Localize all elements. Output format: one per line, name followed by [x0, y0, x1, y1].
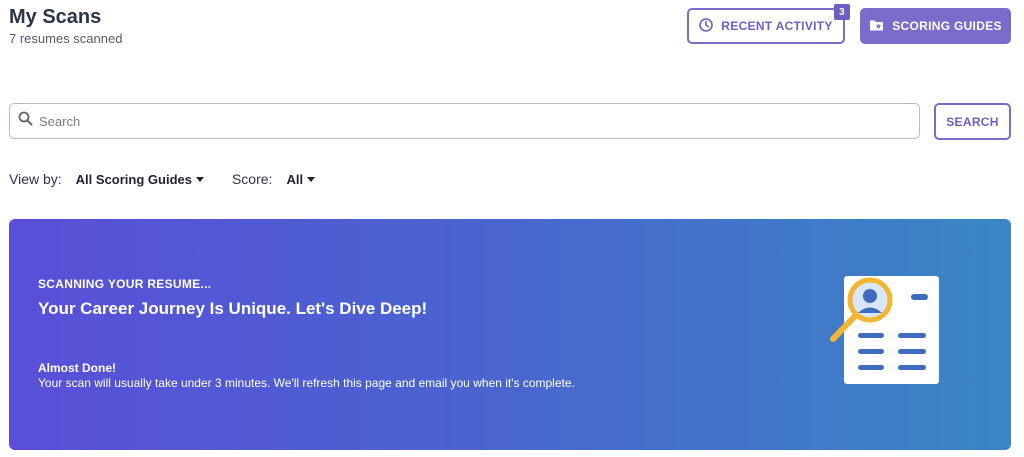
folder-star-icon [869, 18, 884, 35]
chevron-down-icon [307, 176, 316, 182]
search-button[interactable]: SEARCH [934, 103, 1011, 140]
view-by-value: All Scoring Guides [75, 171, 192, 187]
search-icon [18, 111, 33, 131]
page-title: My Scans [9, 6, 102, 28]
score-label: Score: [231, 171, 273, 187]
banner-status-title: Almost Done! [38, 361, 116, 375]
recent-activity-badge: 3 [834, 4, 850, 20]
view-by-label: View by: [9, 171, 62, 187]
clock-icon [699, 17, 714, 35]
chevron-down-icon [195, 176, 204, 182]
view-by-dropdown[interactable]: All Scoring Guides [76, 172, 204, 187]
scan-progress-banner: SCANNING YOUR RESUME... Your Career Jour… [9, 219, 1011, 450]
scans-count: 7 resumes scanned [9, 31, 123, 46]
search-field[interactable] [9, 103, 920, 139]
recent-activity-label: RECENT ACTIVITY [721, 19, 833, 33]
search-input[interactable] [39, 113, 899, 129]
score-dropdown[interactable]: All [286, 171, 316, 187]
resume-magnifier-icon [817, 269, 957, 394]
scoring-guides-button[interactable]: SCORING GUIDES [860, 8, 1011, 44]
banner-status-message: Your scan will usually take under 3 minu… [38, 376, 575, 390]
filter-bar: View by: All Scoring Guides Score: All [9, 171, 316, 187]
scoring-guides-label: SCORING GUIDES [892, 19, 1002, 33]
recent-activity-button[interactable]: RECENT ACTIVITY 3 [687, 4, 850, 44]
score-value: All [286, 171, 304, 187]
banner-headline: Your Career Journey Is Unique. Let's Div… [38, 299, 428, 318]
banner-kicker: SCANNING YOUR RESUME... [38, 277, 212, 291]
